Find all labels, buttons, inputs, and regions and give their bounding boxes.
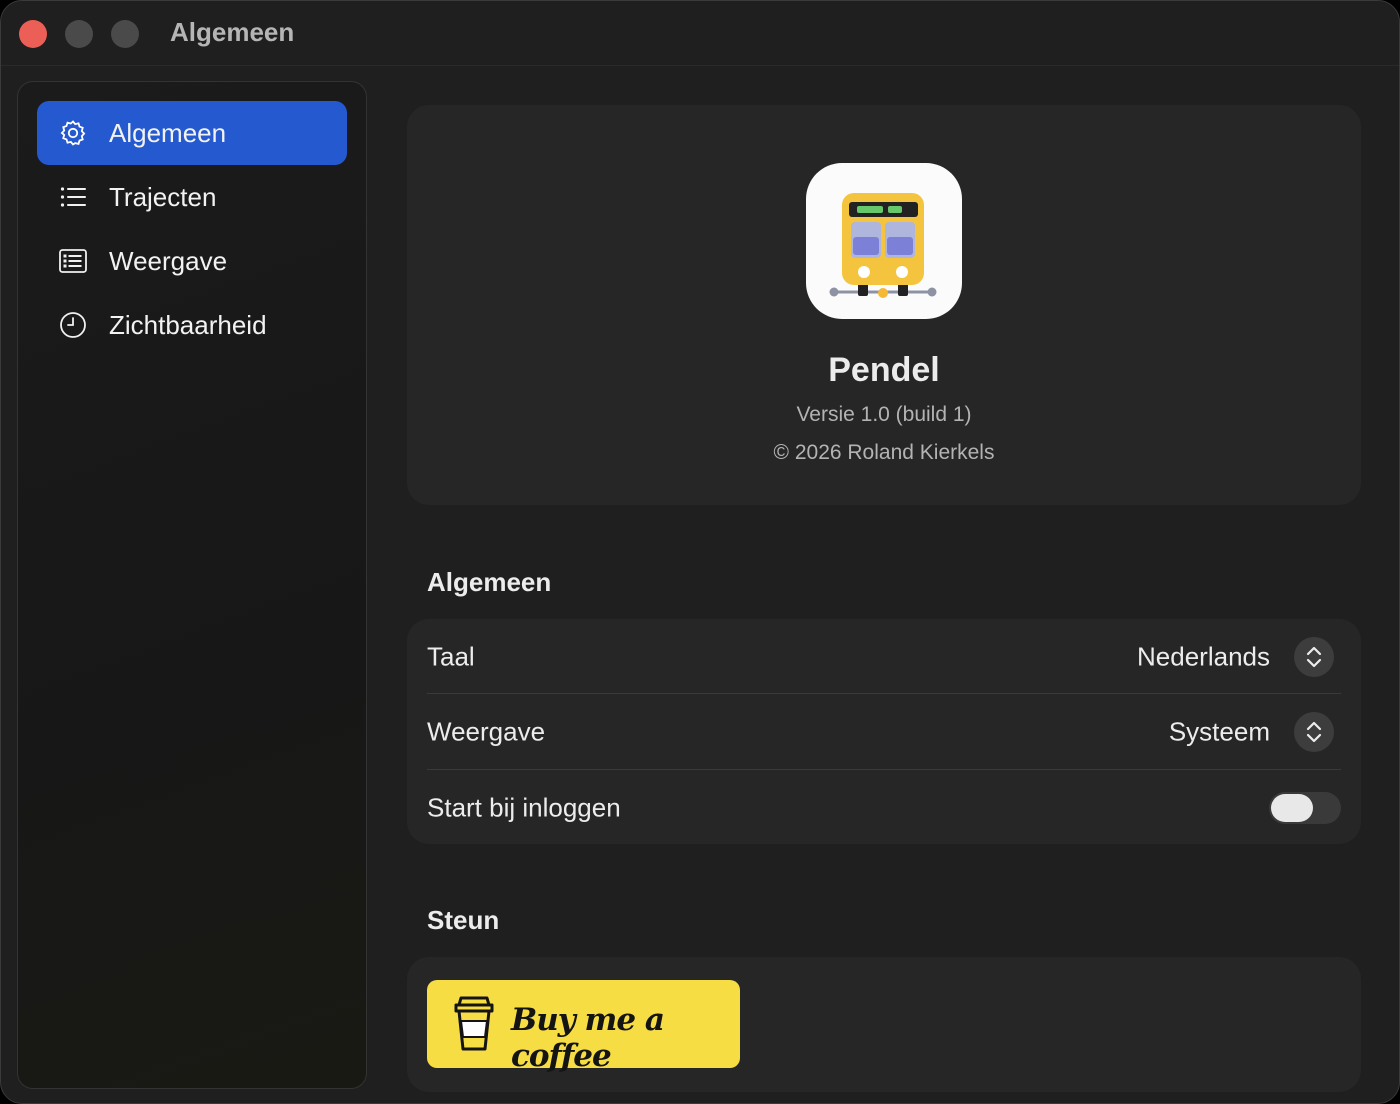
app-version: Versie 1.0 (build 1) [796,403,972,426]
appearance-label: Weergave [427,716,546,747]
buy-me-a-coffee-button[interactable]: Buy me a coffee [427,980,740,1074]
chevron-up-down-icon [1306,721,1322,743]
sidebar-item-label: Algemeen [109,117,227,148]
gear-icon [60,120,86,146]
language-value[interactable]: Nederlands [1137,642,1270,673]
sidebar-item-algemeen[interactable]: Algemeen [37,101,347,165]
train-app-icon [806,163,962,319]
support-card: Buy me a coffee [407,957,1361,1092]
language-row: Taal Nederlands [427,619,1341,695]
general-settings-card: Taal Nederlands Weergave Systeem Start b… [407,619,1361,844]
section-title-support: Steun [427,905,500,935]
section-title-general: Algemeen [427,567,552,597]
language-label: Taal [427,641,475,672]
app-copyright: © 2026 Roland Kierkels [773,441,995,464]
app-name: Pendel [828,351,940,389]
toggle-knob [1271,794,1313,822]
close-button[interactable] [19,20,47,48]
sidebar-item-weergave[interactable]: Weergave [37,229,347,293]
sidebar: Algemeen Trajecten Weergave Zichtbaarhei… [17,81,367,1089]
appearance-popup-button[interactable] [1294,712,1334,752]
settings-window: Algemeen Algemeen Trajecten Weergave Zic… [0,0,1400,1104]
title-bar: Algemeen [1,1,1399,66]
about-card: Pendel Versie 1.0 (build 1) © 2026 Rolan… [407,105,1361,505]
clock-icon [60,312,86,338]
sidebar-item-zichtbaarheid[interactable]: Zichtbaarheid [37,293,347,357]
display-icon [59,249,87,273]
language-popup-button[interactable] [1294,637,1334,677]
sidebar-item-trajecten[interactable]: Trajecten [37,165,347,229]
list-icon [60,187,86,207]
sidebar-item-label: Trajecten [109,181,217,212]
launch-at-login-row: Start bij inloggen [427,770,1341,846]
launch-at-login-toggle[interactable] [1269,792,1341,824]
sidebar-item-label: Zichtbaarheid [109,309,267,340]
appearance-value[interactable]: Systeem [1169,717,1270,748]
appearance-row: Weergave Systeem [427,694,1341,770]
chevron-up-down-icon [1306,646,1322,668]
sidebar-item-label: Weergave [109,245,228,276]
buy-me-a-coffee-label: Buy me a coffee [511,1002,665,1074]
coffee-cup-icon [454,996,494,1051]
zoom-button[interactable] [111,20,139,48]
minimize-button[interactable] [65,20,93,48]
window-title: Algemeen [170,17,295,47]
launch-at-login-label: Start bij inloggen [427,792,621,823]
